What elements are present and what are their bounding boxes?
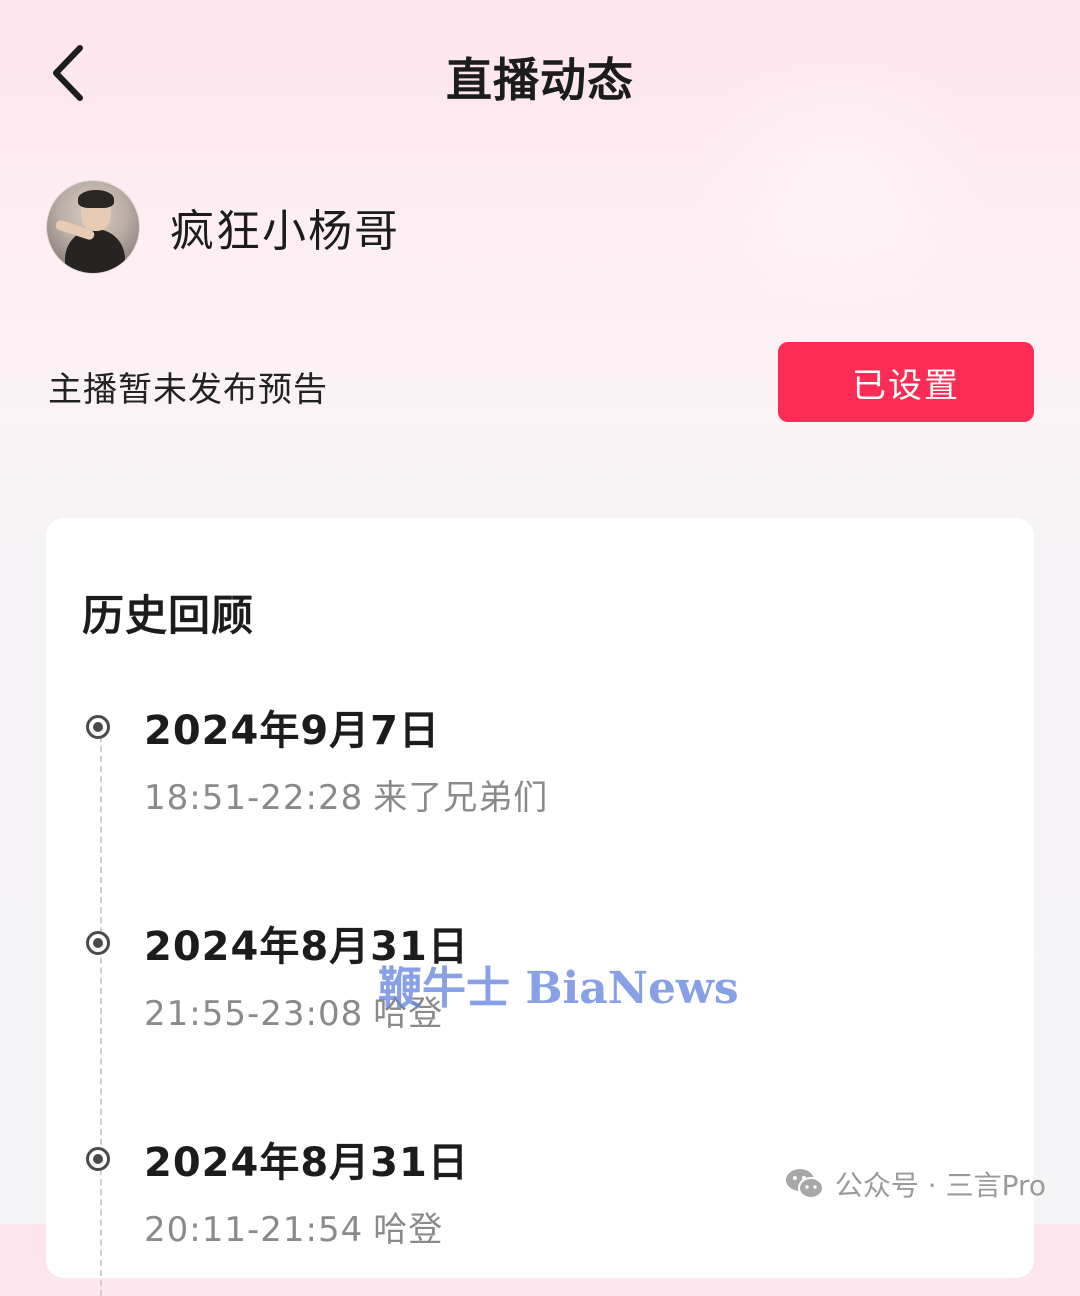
entry-meta: 18:51-22:28 来了兄弟们 — [144, 770, 548, 819]
corner-watermark-text: 公众号 · 三言Pro — [834, 1169, 1046, 1202]
history-entry[interactable]: 2024年9月7日 18:51-22:28 来了兄弟们 — [46, 698, 1034, 838]
notice-text: 主播暂未发布预告 — [48, 370, 328, 410]
entry-time: 20:11-21:54 — [144, 1210, 364, 1250]
timeline-dot-icon — [86, 1147, 110, 1171]
entry-label: 哈登 — [373, 1210, 444, 1250]
page-title: 直播动态 — [446, 53, 634, 107]
avatar-hair — [78, 190, 114, 208]
anchor-profile[interactable]: 疯狂小杨哥 — [46, 180, 400, 274]
entry-label: 来了兄弟们 — [373, 778, 549, 818]
wechat-account-watermark: 公众号 · 三言Pro — [785, 1164, 1046, 1204]
entry-time: 21:55-23:08 — [144, 994, 364, 1034]
entry-meta: 20:11-21:54 哈登 — [144, 1202, 443, 1251]
entry-date: 2024年8月31日 — [144, 1140, 469, 1186]
history-title: 历史回顾 — [82, 591, 255, 640]
username[interactable]: 疯狂小杨哥 — [170, 195, 400, 259]
avatar-body — [65, 229, 125, 273]
avatar[interactable] — [46, 180, 140, 274]
entry-time: 18:51-22:28 — [144, 778, 364, 818]
bianews-watermark: 鞭牛士 BiaNews — [378, 963, 739, 1014]
live-preview-notice: 主播暂未发布预告 已设置 — [48, 342, 1034, 422]
header: 直播动态 — [0, 0, 1080, 300]
timeline-dot-icon — [86, 715, 110, 739]
reminder-set-button[interactable]: 已设置 — [778, 342, 1034, 422]
entry-date: 2024年9月7日 — [144, 708, 440, 754]
wechat-icon — [785, 1169, 824, 1199]
timeline-dot-icon — [86, 931, 110, 955]
